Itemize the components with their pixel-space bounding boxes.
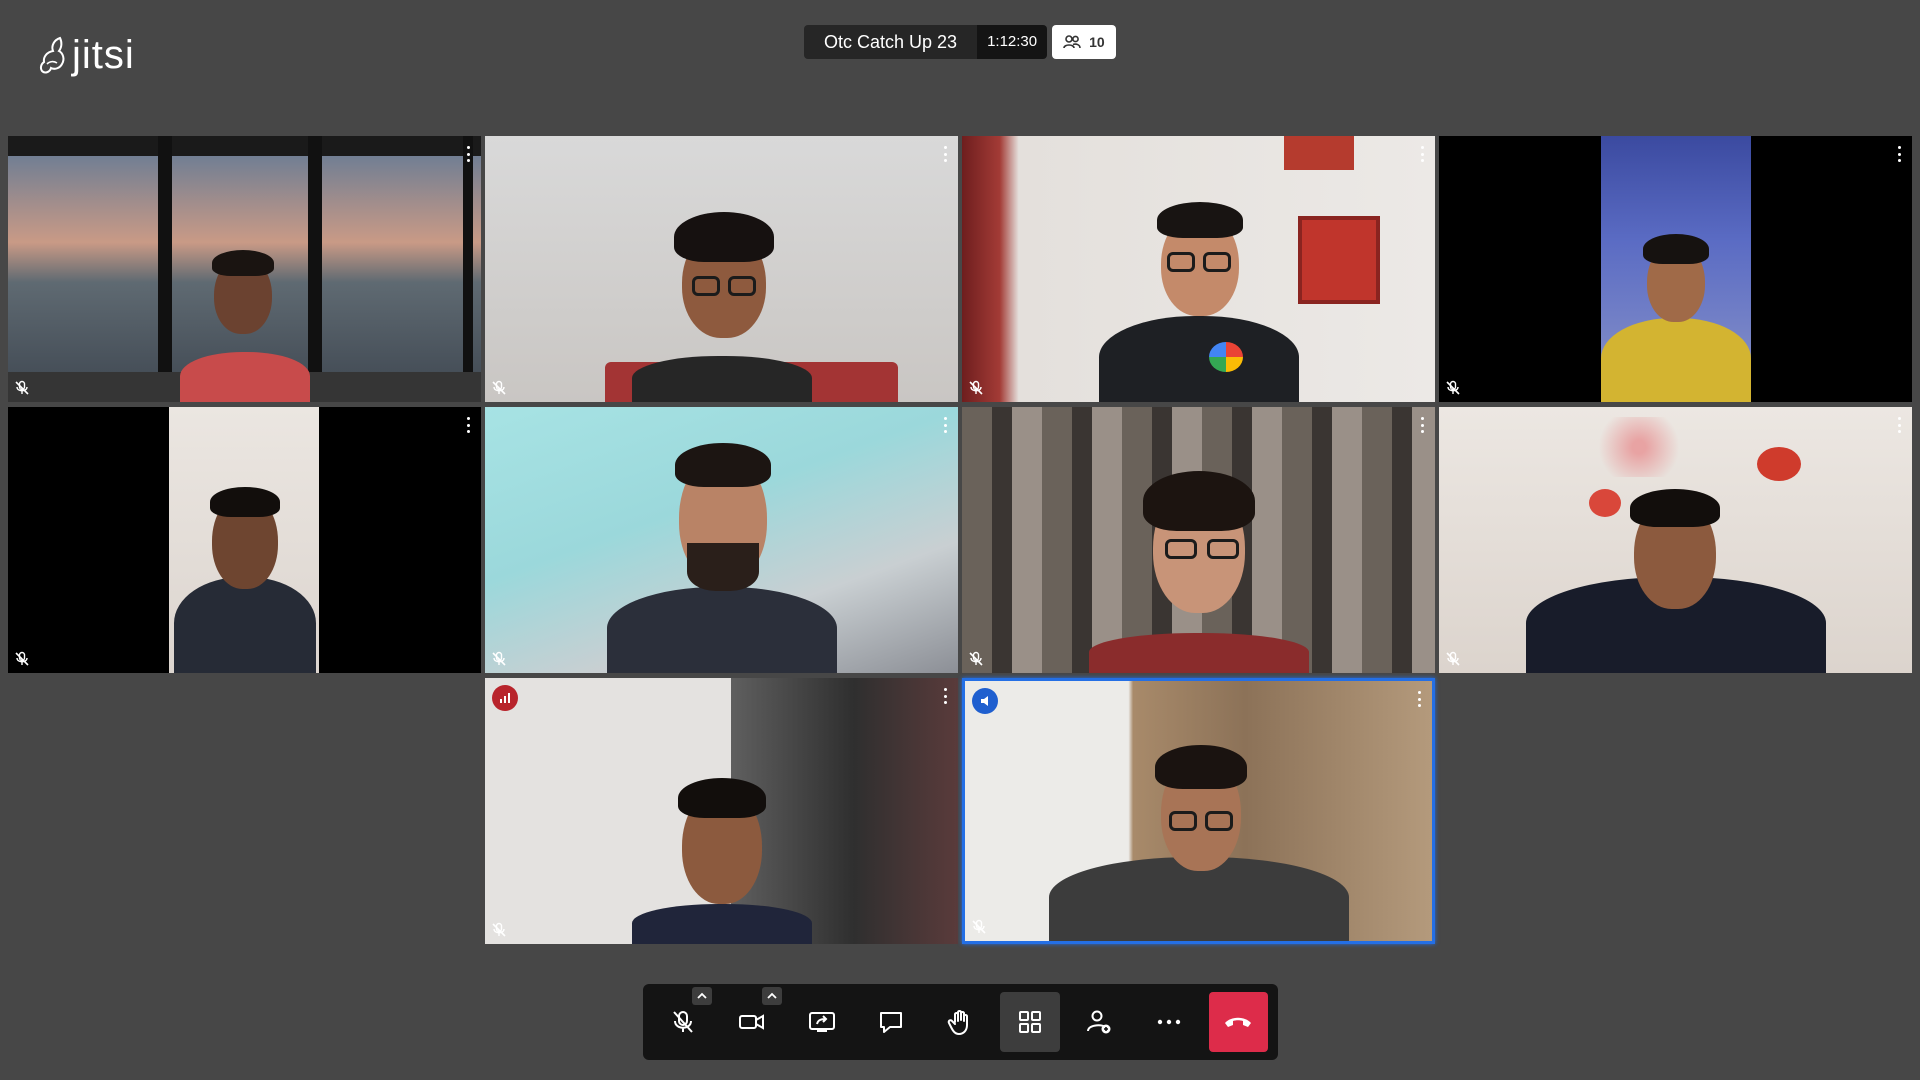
- participant-avatar: [1069, 453, 1329, 673]
- more-vertical-icon[interactable]: [465, 146, 471, 162]
- participant-tile[interactable]: [1439, 407, 1912, 673]
- participant-avatar: [1048, 721, 1349, 941]
- participant-tile[interactable]: [8, 136, 481, 402]
- more-vertical-icon[interactable]: [1416, 691, 1422, 707]
- participant-tile[interactable]: [485, 136, 958, 402]
- mic-off-icon: [972, 919, 986, 934]
- hangup-icon: [1225, 1017, 1252, 1027]
- mic-off-icon: [969, 380, 983, 395]
- participant-tile[interactable]: [485, 407, 958, 673]
- participant-tile[interactable]: [1439, 136, 1912, 402]
- mic-off-icon: [969, 651, 983, 666]
- chevron-up-icon: [767, 992, 777, 999]
- person-add-icon: [1087, 1010, 1111, 1034]
- more-vertical-icon[interactable]: [465, 417, 471, 433]
- participant-tile[interactable]: [8, 407, 481, 673]
- logo-text: jitsi: [72, 33, 135, 77]
- meeting-timer: 1:12:30: [977, 25, 1048, 59]
- participants-icon: [1063, 35, 1081, 49]
- participant-tile[interactable]: [962, 136, 1435, 402]
- chat-button[interactable]: [861, 992, 920, 1052]
- jitsi-logo[interactable]: jitsi: [38, 34, 135, 76]
- microphone-toggle-button[interactable]: [653, 987, 713, 1052]
- more-vertical-icon[interactable]: [1896, 146, 1902, 162]
- mic-off-icon: [672, 1011, 693, 1033]
- participant-avatar: [622, 754, 822, 944]
- more-vertical-icon[interactable]: [1419, 417, 1425, 433]
- more-vertical-icon[interactable]: [1896, 417, 1902, 433]
- participant-avatar: [1079, 172, 1319, 402]
- participant-avatar: [1600, 202, 1751, 402]
- participant-avatar: [602, 182, 842, 402]
- chat-icon: [880, 1012, 903, 1033]
- mic-off-icon: [15, 651, 29, 666]
- speaker-icon[interactable]: [972, 688, 998, 714]
- participants-count: 10: [1089, 34, 1105, 50]
- camera-options-caret[interactable]: [761, 987, 782, 1005]
- participant-tile-active-speaker[interactable]: [962, 678, 1435, 944]
- more-vertical-icon[interactable]: [942, 417, 948, 433]
- more-horizontal-icon: [1157, 1019, 1180, 1025]
- mic-off-icon: [492, 380, 506, 395]
- mic-off-icon: [492, 922, 506, 937]
- screen-share-button[interactable]: [792, 992, 851, 1052]
- participant-avatar: [160, 232, 330, 402]
- chevron-up-icon: [697, 992, 708, 999]
- participants-count-badge[interactable]: 10: [1052, 25, 1116, 59]
- leave-meeting-button[interactable]: [1208, 992, 1268, 1052]
- camera-toggle-button[interactable]: [722, 987, 782, 1052]
- mic-off-icon: [1446, 380, 1460, 395]
- more-vertical-icon[interactable]: [1419, 146, 1425, 162]
- video-camera-icon: [739, 1014, 765, 1030]
- mic-off-icon: [1446, 651, 1460, 666]
- microphone-options-caret[interactable]: [692, 987, 713, 1005]
- invite-participants-button[interactable]: [1070, 992, 1129, 1052]
- screen-share-icon: [808, 1012, 835, 1032]
- connection-bars-icon[interactable]: [492, 685, 518, 711]
- participant-avatar: [170, 453, 320, 673]
- more-vertical-icon[interactable]: [942, 146, 948, 162]
- tile-view-button[interactable]: [1000, 992, 1060, 1052]
- mic-off-icon: [15, 380, 29, 395]
- participant-tile[interactable]: [485, 678, 958, 944]
- grid-icon: [1018, 1011, 1041, 1033]
- more-actions-button[interactable]: [1139, 992, 1198, 1052]
- hand-icon: [948, 1010, 969, 1036]
- participant-tile[interactable]: [962, 407, 1435, 673]
- more-vertical-icon[interactable]: [942, 688, 948, 704]
- meeting-title: Otc Catch Up 23: [804, 25, 978, 59]
- participant-avatar: [1516, 453, 1836, 673]
- raise-hand-button[interactable]: [931, 992, 990, 1052]
- main-toolbar: [643, 984, 1278, 1060]
- participant-avatar: [587, 423, 857, 673]
- meeting-subject-bar: Otc Catch Up 23 1:12:30 10: [804, 25, 1116, 59]
- jitsi-mascot-icon: [39, 36, 65, 74]
- mic-off-icon: [492, 651, 506, 666]
